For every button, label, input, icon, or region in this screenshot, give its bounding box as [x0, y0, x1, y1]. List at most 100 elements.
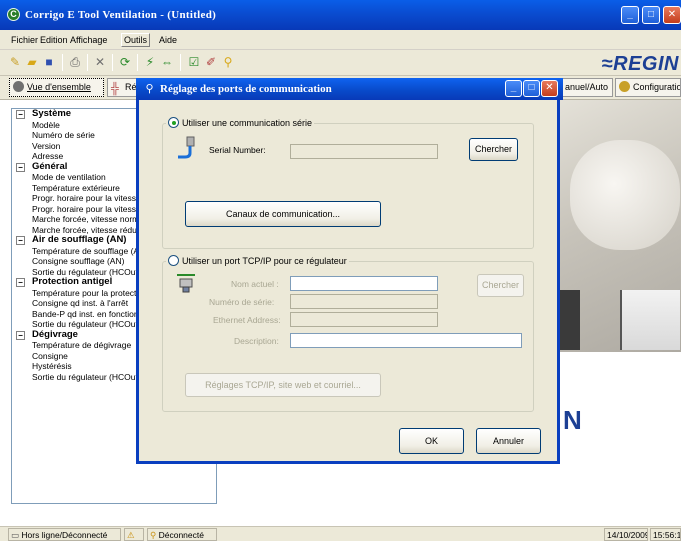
serial-radio-label[interactable]: Utiliser une communication série	[166, 117, 315, 128]
menu-file[interactable]: Fichier	[9, 34, 40, 46]
configuration-icon	[619, 81, 630, 92]
disconnected-status: ⚲ Déconnecté	[147, 528, 217, 541]
tcpip-settings-button[interactable]: Réglages TCP/IP, site web et courriel...	[185, 373, 381, 397]
tree-item-label: Hystérésis	[32, 361, 72, 371]
dialog-maximize-button[interactable]: □	[523, 80, 540, 97]
ok-button[interactable]: OK	[399, 428, 464, 454]
toolbar-separator	[137, 54, 138, 71]
collapse-icon[interactable]: −	[16, 330, 25, 340]
current-name-label: Nom actuel :	[231, 279, 279, 289]
tree-item-label: Progr. horaire pour la vitesse	[32, 193, 141, 203]
delete-icon[interactable]: ✕	[92, 54, 108, 70]
tree-item-label: Sortie du régulateur (HCOut)	[32, 319, 141, 329]
serial-number-field[interactable]	[290, 144, 438, 159]
regin-logo: ≈REGIN	[601, 53, 679, 75]
tree-item-label: Sortie du régulateur (HCOut)	[32, 371, 141, 382]
tree-item-label: Sortie du régulateur (HCOut)	[32, 266, 141, 277]
tree-item-label: Consigne qd inst. à l'arrêt	[32, 298, 129, 308]
tcpip-search-button[interactable]: Chercher	[477, 274, 524, 297]
description-label: Description:	[234, 336, 279, 346]
tcpip-radio[interactable]	[168, 255, 179, 266]
serial-search-button[interactable]: Chercher	[469, 138, 518, 161]
tab-overview[interactable]: Vue d'ensemble	[9, 78, 104, 97]
tree-item-label: Température pour la protecti	[32, 287, 139, 298]
tree-item-label: Adresse	[32, 151, 64, 161]
communication-channels-button[interactable]: Canaux de communication...	[185, 201, 381, 227]
menu-tools[interactable]: Outils	[121, 33, 151, 47]
close-button[interactable]: ✕	[663, 6, 681, 24]
menu-edit[interactable]: Edition	[38, 34, 70, 46]
tree-item-label: Modèle	[32, 119, 60, 130]
tree-item-label: Température extérieure	[32, 182, 120, 193]
connect-icon[interactable]: ⚡	[142, 54, 158, 70]
network-device-icon	[175, 272, 197, 294]
serial-port-icon	[176, 136, 198, 160]
toolbar-separator	[87, 54, 88, 71]
communication-ports-dialog: ⚲ Réglage des ports de communication _ □…	[136, 78, 563, 464]
status-date: 14/10/2009	[604, 528, 648, 541]
collapse-icon[interactable]: −	[16, 278, 25, 287]
tree-item-label: Température de dégivrage	[32, 340, 132, 350]
tree-item-label: Consigne soufflage (AN)	[32, 256, 125, 266]
tab-second[interactable]: ╬ Ré	[107, 78, 137, 97]
transfer-icon[interactable]: ⇔	[159, 54, 175, 70]
collapse-icon[interactable]: −	[16, 236, 25, 245]
dialog-minimize-button[interactable]: _	[505, 80, 522, 97]
tree-item-label: Protection antigel	[32, 276, 113, 287]
background-logo-fragment: N	[563, 405, 582, 435]
window-title: Corrigo E Tool Ventilation - (Untitled)	[25, 9, 217, 21]
serial-radio[interactable]	[168, 117, 179, 128]
dialog-titlebar: ⚲ Réglage des ports de communication _ □…	[136, 78, 563, 100]
offline-icon: ▭	[11, 530, 20, 540]
connection-status: ▭ Hors ligne/Déconnecté	[8, 528, 121, 541]
collapse-icon[interactable]: −	[16, 110, 25, 119]
tree-item-label: Dégivrage	[32, 328, 78, 340]
ethernet-address-field[interactable]	[290, 312, 438, 327]
tcpip-radio-label[interactable]: Utiliser un port TCP/IP pour ce régulate…	[166, 255, 349, 266]
toolbar-separator	[62, 54, 63, 71]
tree-item-label: Consigne	[32, 350, 68, 361]
toolbar: ✎ ▰ ■ ⎙ ✕ ⟳ ⚡ ⇔ ☑ ✐ ⚲ ≈REGIN	[0, 50, 681, 76]
tree-item-label: Système	[32, 108, 72, 119]
save-icon[interactable]: ■	[41, 54, 57, 70]
tab-configuration[interactable]: Configuratio	[615, 78, 681, 97]
menu-help[interactable]: Aide	[157, 34, 179, 46]
menu-view[interactable]: Affichage	[68, 34, 109, 46]
tree-item-label: Général	[32, 160, 68, 172]
collapse-icon[interactable]: −	[16, 162, 25, 172]
current-name-field[interactable]	[290, 276, 438, 291]
check-icon[interactable]: ☑	[186, 54, 202, 70]
tree-item-label: Numéro de série	[32, 130, 95, 140]
menu-bar: Fichier Edition Affichage Outils Aide	[0, 30, 681, 50]
tree-item-label: Mode de ventilation	[32, 172, 106, 182]
new-file-icon[interactable]: ✎	[7, 54, 23, 70]
tree-item-label: Progr. horaire pour la vitesse	[32, 203, 141, 214]
description-field[interactable]	[290, 333, 522, 348]
print-icon[interactable]: ⎙	[67, 54, 83, 70]
ethernet-address-label: Ethernet Address:	[213, 315, 281, 325]
status-time: 15:56:1	[650, 528, 681, 541]
lock-icon: ⚲	[150, 530, 157, 540]
plug-icon: ⚲	[145, 83, 154, 95]
serial-number-label: Serial Number:	[209, 145, 266, 155]
open-folder-icon[interactable]: ▰	[24, 54, 40, 70]
toolbar-separator	[112, 54, 113, 71]
dialog-close-button[interactable]: ✕	[541, 80, 558, 97]
main-titlebar: C Corrigo E Tool Ventilation - (Untitled…	[0, 0, 681, 30]
toolbar-separator	[180, 54, 181, 71]
maximize-button[interactable]: □	[642, 6, 660, 24]
overview-icon	[13, 81, 24, 92]
edit-icon[interactable]: ✐	[203, 54, 219, 70]
minimize-button[interactable]: _	[621, 6, 639, 24]
tab-manual-auto[interactable]: anuel/Auto	[561, 78, 613, 97]
tree-item-label: Bande-P qd inst. en fonction	[32, 308, 139, 319]
cancel-button[interactable]: Annuler	[476, 428, 541, 454]
plug-icon[interactable]: ⚲	[220, 54, 236, 70]
dialog-title: Réglage des ports de communication	[160, 83, 332, 95]
tree-item-label: Version	[32, 140, 61, 151]
tree-item-label: Marche forcée, vitesse norm	[32, 214, 140, 224]
tcpip-serial-field[interactable]	[290, 294, 438, 309]
tree-item-label: Marche forcée, vitesse rédui	[32, 224, 139, 235]
refresh-icon[interactable]: ⟳	[117, 54, 133, 70]
product-photo	[560, 100, 681, 352]
